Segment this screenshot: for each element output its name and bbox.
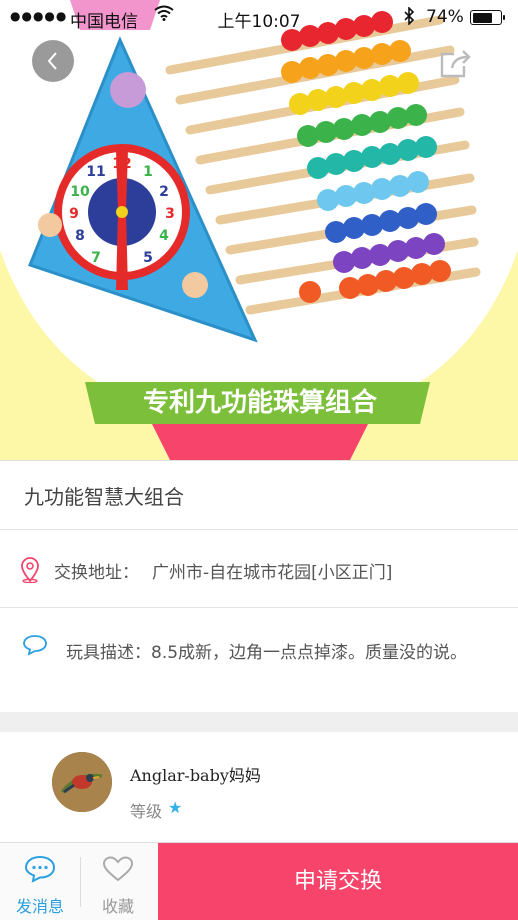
bottom-action-bar: 发消息 收藏 申请交换 xyxy=(0,842,518,920)
favorite-label: 收藏 xyxy=(101,897,134,916)
svg-text:1: 1 xyxy=(143,164,153,180)
status-bar: ●●●●● 中国电信 上午10:07 74% xyxy=(0,0,518,34)
chevron-left-icon xyxy=(47,52,57,70)
address-label: 交换地址： xyxy=(54,563,139,583)
bluetooth-icon xyxy=(403,6,415,29)
send-message-label: 发消息 xyxy=(15,897,64,916)
owner-section[interactable]: Anglar-baby妈妈 等级 ★ xyxy=(0,732,518,842)
share-icon xyxy=(440,50,471,78)
product-banner-text: 专利九功能珠算组合 xyxy=(142,388,377,418)
level-label: 等级 xyxy=(130,802,163,821)
product-image[interactable]: 12 1 2 3 4 5 6 7 8 9 10 11 ●●●●● 中国电信 上午… xyxy=(0,0,518,460)
svg-text:2: 2 xyxy=(159,184,169,200)
location-pin-icon xyxy=(20,557,40,587)
description-text: 玩具描述：8.5成新，边角一点点掉漆。质量没的说。 xyxy=(66,643,468,663)
share-button[interactable] xyxy=(436,42,478,84)
svg-text:4: 4 xyxy=(159,228,169,244)
message-icon xyxy=(24,855,56,883)
battery-percent: 74% xyxy=(426,7,464,27)
svg-text:3: 3 xyxy=(165,206,175,222)
favorite-button[interactable]: 收藏 xyxy=(78,843,158,920)
description-section: 玩具描述：8.5成新，边角一点点掉漆。质量没的说。 xyxy=(0,608,518,712)
apply-exchange-button[interactable]: 申请交换 xyxy=(158,843,518,920)
svg-text:5: 5 xyxy=(143,250,153,266)
svg-text:8: 8 xyxy=(75,228,85,244)
svg-text:9: 9 xyxy=(69,206,79,222)
section-divider xyxy=(0,712,518,732)
heart-icon xyxy=(102,856,134,882)
back-button[interactable] xyxy=(32,40,74,82)
svg-text:11: 11 xyxy=(86,164,105,180)
battery-icon xyxy=(470,10,505,25)
avatar[interactable] xyxy=(52,752,112,812)
svg-text:7: 7 xyxy=(91,250,101,266)
owner-name: Anglar-baby妈妈 xyxy=(130,766,261,785)
svg-text:10: 10 xyxy=(70,184,90,200)
item-title: 九功能智慧大组合 xyxy=(24,485,184,509)
exchange-address-section: 交换地址： 广州市-自在城市花园[小区正门] xyxy=(0,530,518,608)
send-message-button[interactable]: 发消息 xyxy=(0,843,80,920)
star-icon: ★ xyxy=(168,798,183,817)
item-title-section: 九功能智慧大组合 xyxy=(0,460,518,530)
address-value: 广州市-自在城市花园[小区正门] xyxy=(152,563,393,583)
